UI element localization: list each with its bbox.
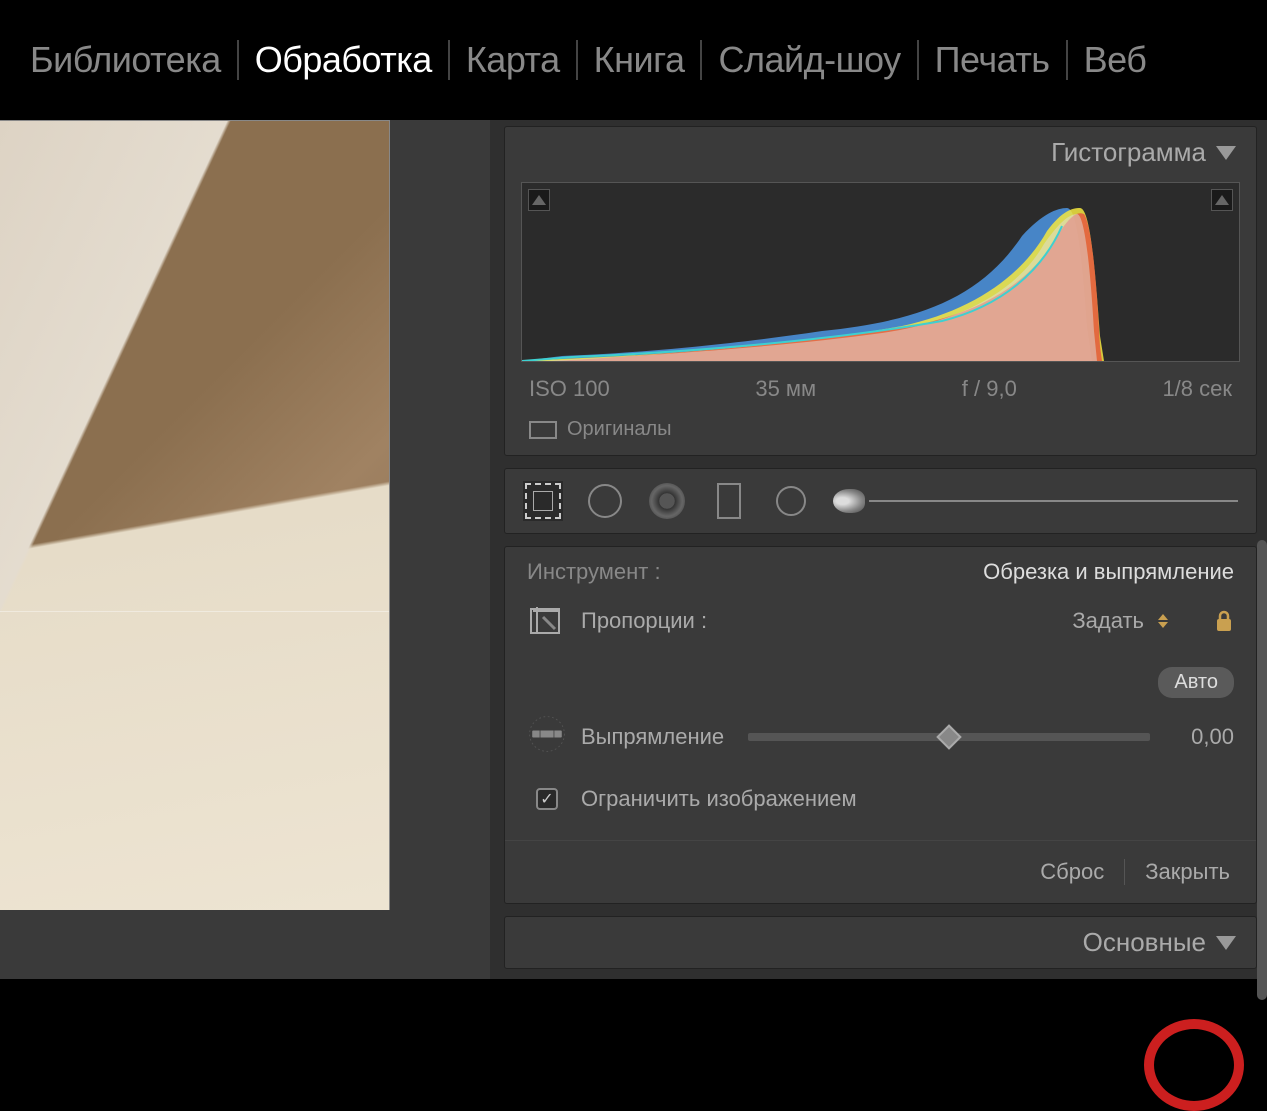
reset-button[interactable]: Сброс xyxy=(1040,859,1104,885)
graduated-filter-button[interactable] xyxy=(709,481,749,521)
brush-slider[interactable] xyxy=(869,500,1238,502)
exif-aperture: f / 9,0 xyxy=(962,376,1017,402)
tab-slideshow[interactable]: Слайд-шоу xyxy=(718,39,900,81)
tool-label: Инструмент : xyxy=(527,559,661,585)
tab-library[interactable]: Библиотека xyxy=(30,39,221,81)
constrain-label: Ограничить изображением xyxy=(581,786,857,812)
basic-panel: Основные xyxy=(504,916,1257,969)
exif-focal-length: 35 мм xyxy=(755,376,816,402)
adjustment-brush-button[interactable] xyxy=(833,489,1238,513)
crop-tool-panel: Инструмент : Обрезка и выпрямление Пропо… xyxy=(504,546,1257,904)
circle-icon xyxy=(588,484,622,518)
chevron-down-icon[interactable] xyxy=(1216,146,1236,160)
eye-icon xyxy=(649,483,685,519)
updown-arrows-icon[interactable] xyxy=(1158,614,1172,628)
photo-preview[interactable] xyxy=(0,120,390,910)
exif-iso: ISO 100 xyxy=(529,376,610,402)
circle-icon xyxy=(776,486,806,516)
straighten-value[interactable]: 0,00 xyxy=(1174,724,1234,750)
exif-shutter: 1/8 сек xyxy=(1162,376,1232,402)
panel-scrollbar[interactable] xyxy=(1257,540,1267,1000)
tool-name: Обрезка и выпрямление xyxy=(983,559,1234,585)
straighten-label: Выпрямление xyxy=(581,724,724,750)
crop-icon xyxy=(525,483,561,519)
aspect-ratio-icon[interactable] xyxy=(529,603,565,639)
toolstrip-panel xyxy=(504,468,1257,534)
auto-button[interactable]: Авто xyxy=(1158,667,1234,698)
tab-book[interactable]: Книга xyxy=(594,39,685,81)
separator xyxy=(700,40,702,80)
separator xyxy=(1124,859,1125,885)
gradient-icon xyxy=(717,483,741,519)
separator xyxy=(1066,40,1068,80)
separator xyxy=(237,40,239,80)
chevron-down-icon[interactable] xyxy=(1216,936,1236,950)
constrain-row: ✓ Ограничить изображением xyxy=(527,786,1234,812)
level-icon[interactable] xyxy=(527,714,567,760)
tab-map[interactable]: Карта xyxy=(466,39,560,81)
histogram-title: Гистограмма xyxy=(1051,137,1206,168)
tab-web[interactable]: Веб xyxy=(1084,39,1147,81)
check-icon: ✓ xyxy=(540,789,553,809)
spot-removal-button[interactable] xyxy=(585,481,625,521)
exif-info: ISO 100 35 мм f / 9,0 1/8 сек xyxy=(505,366,1256,410)
originals-label: Оригиналы xyxy=(567,418,672,441)
highlight-clip-button[interactable] xyxy=(1211,189,1233,211)
straighten-row: Выпрямление 0,00 xyxy=(527,714,1234,760)
annotation-circle xyxy=(1144,1019,1244,1111)
rectangle-icon xyxy=(529,421,557,439)
straighten-slider[interactable] xyxy=(748,733,1150,741)
red-eye-tool-button[interactable] xyxy=(647,481,687,521)
histogram-display[interactable] xyxy=(521,182,1240,362)
panel-actions: Сброс Закрыть xyxy=(505,840,1256,903)
histogram-panel: Гистограмма ISO 100 35 мм f / 9,0 1/8 се xyxy=(504,126,1257,456)
separator xyxy=(448,40,450,80)
image-preview-area[interactable] xyxy=(0,120,490,979)
aspect-row: Пропорции : Задать xyxy=(527,603,1234,639)
module-tabs: Библиотека Обработка Карта Книга Слайд-ш… xyxy=(0,0,1267,120)
triangle-up-icon xyxy=(532,195,546,205)
triangle-up-icon xyxy=(1215,195,1229,205)
lock-aspect-button[interactable] xyxy=(1214,609,1234,633)
close-button[interactable]: Закрыть xyxy=(1145,859,1230,885)
histogram-curves xyxy=(522,206,1122,361)
tab-develop[interactable]: Обработка xyxy=(255,39,432,81)
radial-filter-button[interactable] xyxy=(771,481,811,521)
originals-row[interactable]: Оригиналы xyxy=(505,410,1256,455)
separator xyxy=(576,40,578,80)
tab-print[interactable]: Печать xyxy=(935,39,1050,81)
brush-icon xyxy=(833,489,865,513)
constrain-checkbox[interactable]: ✓ xyxy=(536,788,558,810)
right-panel: Гистограмма ISO 100 35 мм f / 9,0 1/8 се xyxy=(490,120,1267,979)
slider-thumb[interactable] xyxy=(936,724,961,749)
aspect-dropdown[interactable]: Задать xyxy=(1072,608,1144,634)
basic-panel-title: Основные xyxy=(1083,927,1206,958)
separator xyxy=(917,40,919,80)
aspect-label: Пропорции : xyxy=(581,608,707,634)
crop-tool-button[interactable] xyxy=(523,481,563,521)
crop-guide-line xyxy=(0,611,389,612)
